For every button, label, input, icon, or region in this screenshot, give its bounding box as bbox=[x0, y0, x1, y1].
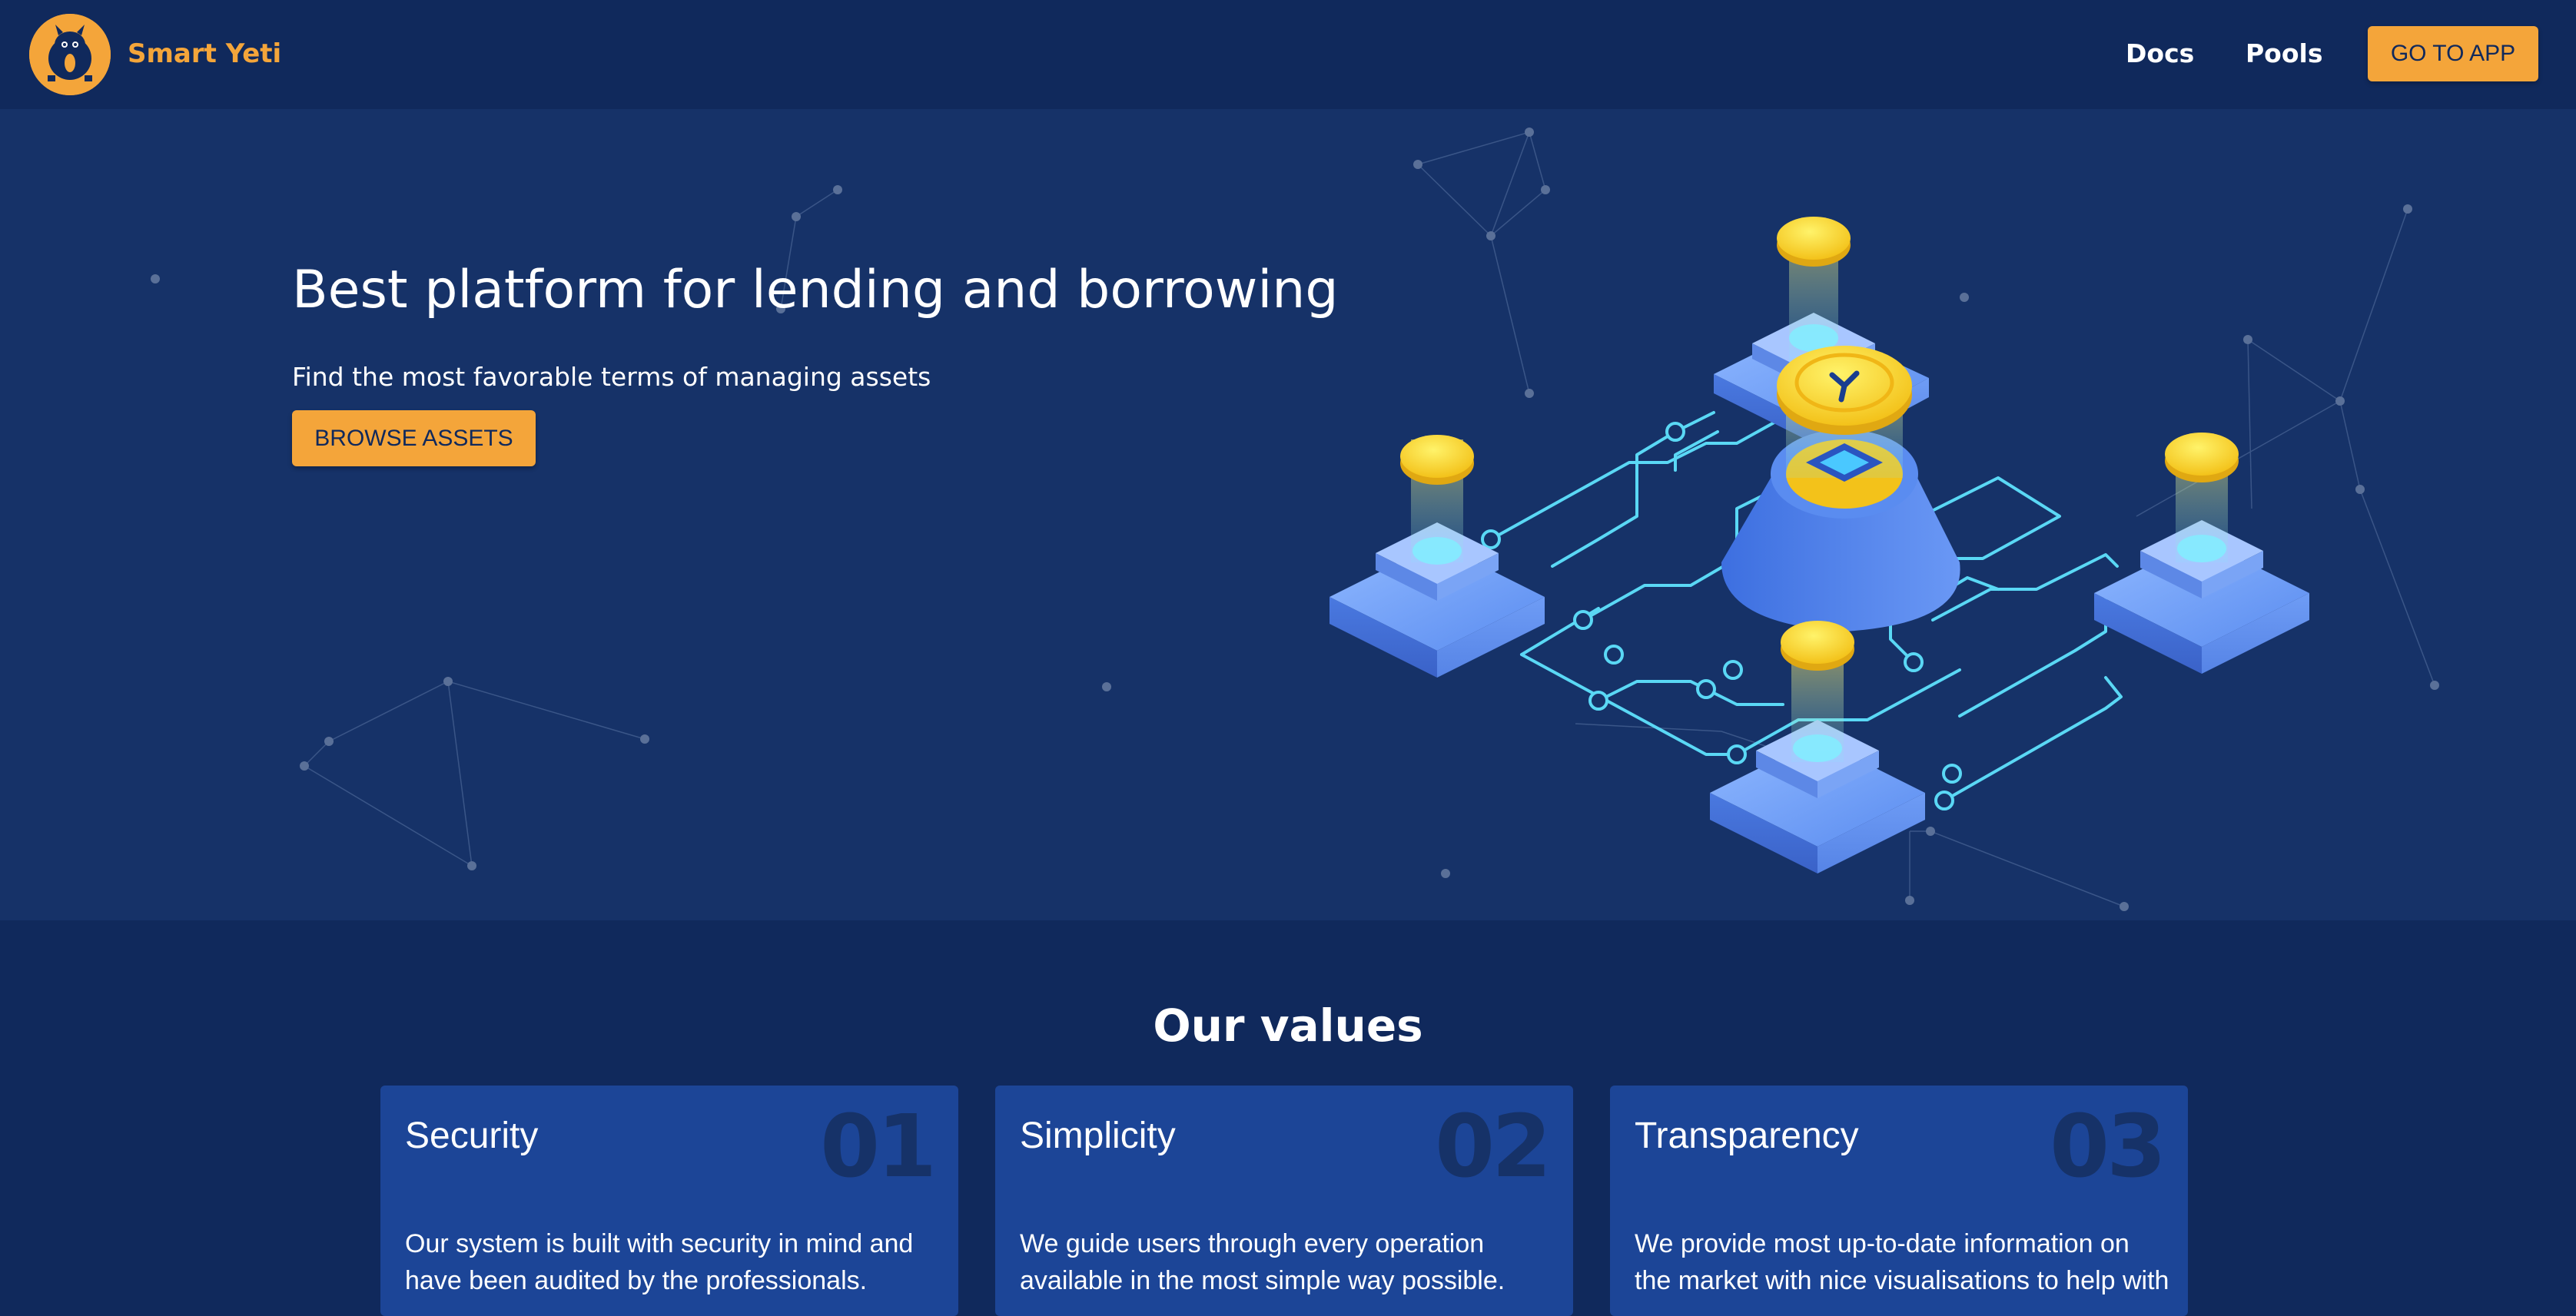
card-number: 03 bbox=[2050, 1097, 2166, 1197]
isometric-blockchain-illustration bbox=[1329, 217, 2309, 873]
value-card-simplicity: 02 Simplicity We guide users through eve… bbox=[995, 1086, 1573, 1316]
card-title: Transparency bbox=[1635, 1115, 1859, 1156]
card-text: We provide most up-to-date information o… bbox=[1635, 1229, 2169, 1295]
yeti-logo-icon[interactable] bbox=[29, 14, 111, 95]
go-to-app-button[interactable]: GO TO APP bbox=[2368, 26, 2538, 81]
value-card-security: 01 Security Our system is built with sec… bbox=[380, 1086, 958, 1316]
values-title: Our values bbox=[1153, 999, 1423, 1052]
hero-section: Best platform for lending and borrowing … bbox=[0, 109, 2576, 920]
card-number: 02 bbox=[1435, 1097, 1552, 1197]
nav-link-pools[interactable]: Pools bbox=[2246, 34, 2322, 74]
card-text: Our system is built with security in min… bbox=[405, 1229, 914, 1295]
nav-link-docs[interactable]: Docs bbox=[2126, 34, 2194, 74]
browse-assets-button[interactable]: BROWSE ASSETS bbox=[292, 410, 536, 466]
brand-name[interactable]: Smart Yeti bbox=[128, 35, 281, 72]
card-number: 01 bbox=[820, 1097, 937, 1197]
card-title: Security bbox=[405, 1115, 539, 1156]
value-card-transparency: 03 Transparency We provide most up-to-da… bbox=[1610, 1086, 2188, 1316]
card-title: Simplicity bbox=[1020, 1115, 1176, 1156]
top-navbar: Smart Yeti Docs Pools GO TO APP bbox=[0, 0, 2576, 109]
card-text: We guide users through every operation a… bbox=[1020, 1229, 1505, 1295]
hero-title: Best platform for lending and borrowing bbox=[292, 260, 1339, 320]
hero-subtitle: Find the most favorable terms of managin… bbox=[292, 362, 931, 392]
